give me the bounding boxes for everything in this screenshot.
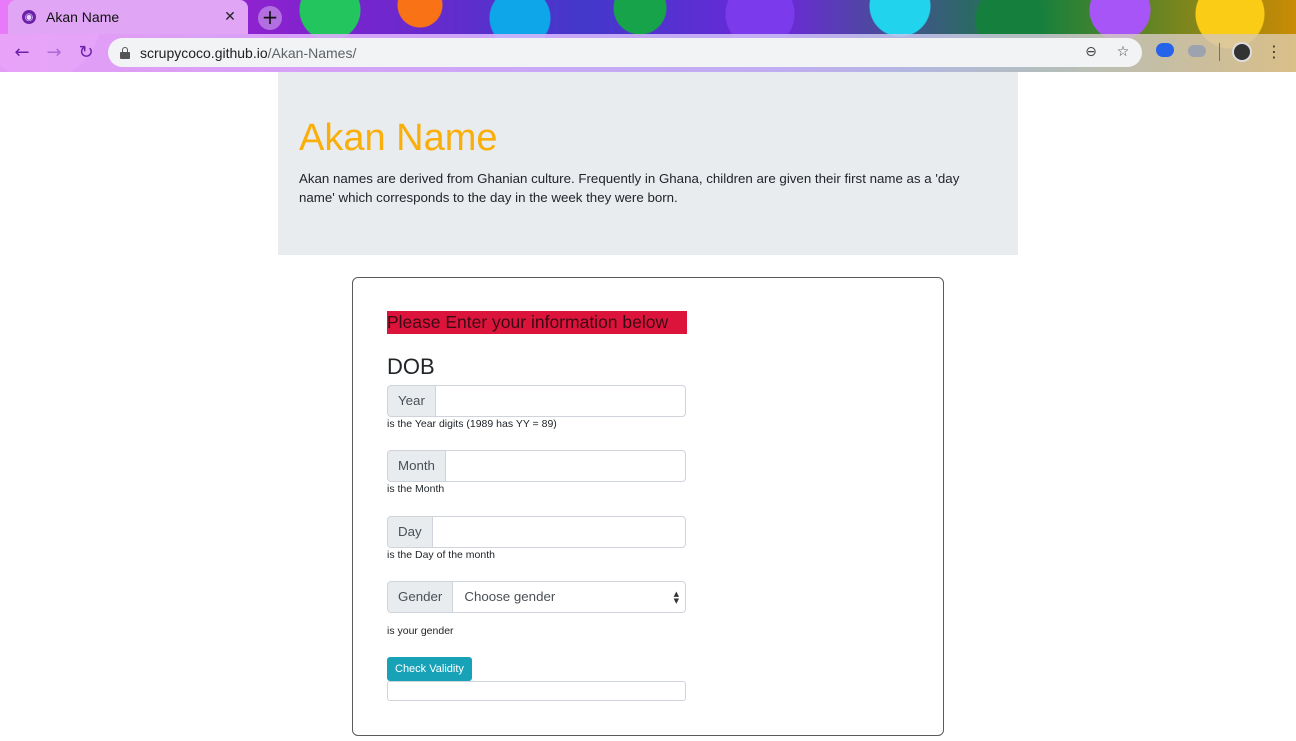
year-help: is the Year digits (1989 has YY = 89) bbox=[387, 418, 557, 430]
year-input-group: Year bbox=[387, 385, 686, 417]
browser-toolbar: ← → ↻ scrupycoco.github.io/Akan-Names/ ⊖… bbox=[0, 34, 1296, 72]
page-description: Akan names are derived from Ghanian cult… bbox=[299, 171, 960, 205]
tab-title: Akan Name bbox=[46, 9, 120, 25]
reload-icon[interactable]: ↻ bbox=[74, 41, 98, 65]
month-input-group: Month bbox=[387, 450, 686, 482]
url-path: /Akan-Names/ bbox=[267, 44, 357, 61]
year-input[interactable] bbox=[435, 385, 686, 417]
day-input[interactable] bbox=[432, 516, 686, 548]
browser-chrome: ◉ Akan Name ✕ + ← → ↻ scrupycoco.github.… bbox=[0, 0, 1296, 72]
new-tab-button[interactable]: + bbox=[258, 6, 282, 30]
form-card: Please Enter your information below DOB … bbox=[352, 277, 944, 736]
globe-icon: ◉ bbox=[22, 10, 36, 24]
close-tab-icon[interactable]: ✕ bbox=[222, 9, 238, 25]
month-input[interactable] bbox=[445, 450, 686, 482]
gender-help: is your gender bbox=[387, 625, 454, 637]
day-help: is the Day of the month bbox=[387, 549, 495, 561]
browser-tab[interactable]: ◉ Akan Name ✕ bbox=[8, 0, 248, 34]
star-icon[interactable]: ☆ bbox=[1114, 43, 1132, 61]
lock-icon[interactable] bbox=[120, 46, 130, 59]
url-host: scrupycoco.github.io bbox=[140, 44, 268, 61]
day-input-group: Day bbox=[387, 516, 686, 548]
dob-heading: DOB bbox=[387, 354, 435, 379]
toolbar-divider bbox=[1219, 43, 1220, 61]
instruction-banner: Please Enter your information below bbox=[387, 311, 687, 334]
day-label: Day bbox=[387, 516, 433, 548]
check-validity-button[interactable]: Check Validity bbox=[387, 657, 472, 681]
gender-select[interactable]: Choose gender ▲ ▼ bbox=[453, 581, 686, 613]
address-bar[interactable]: scrupycoco.github.io/Akan-Names/ ⊖ ☆ bbox=[108, 38, 1142, 67]
gender-label: Gender bbox=[387, 581, 454, 613]
header-jumbotron: Akan Name Akan names are derived from Gh… bbox=[278, 72, 1018, 255]
cloud-extension-icon[interactable] bbox=[1156, 43, 1174, 57]
more-menu-icon[interactable]: ⋮ bbox=[1262, 40, 1286, 64]
select-arrows-icon: ▲ ▼ bbox=[673, 590, 679, 605]
back-arrow-icon[interactable]: ← bbox=[10, 41, 34, 65]
profile-avatar-icon[interactable] bbox=[1232, 42, 1252, 62]
zoom-out-icon[interactable]: ⊖ bbox=[1082, 43, 1100, 61]
forward-arrow-icon[interactable]: → bbox=[42, 41, 66, 65]
result-output bbox=[387, 681, 686, 701]
extension-icon[interactable] bbox=[1188, 45, 1206, 57]
gender-selected-value: Choose gender bbox=[464, 589, 556, 604]
year-label: Year bbox=[387, 385, 436, 417]
month-label: Month bbox=[387, 450, 446, 482]
gender-input-group: Gender Choose gender ▲ ▼ bbox=[387, 581, 686, 613]
month-help: is the Month bbox=[387, 483, 445, 495]
page-title: Akan Name bbox=[299, 117, 498, 159]
